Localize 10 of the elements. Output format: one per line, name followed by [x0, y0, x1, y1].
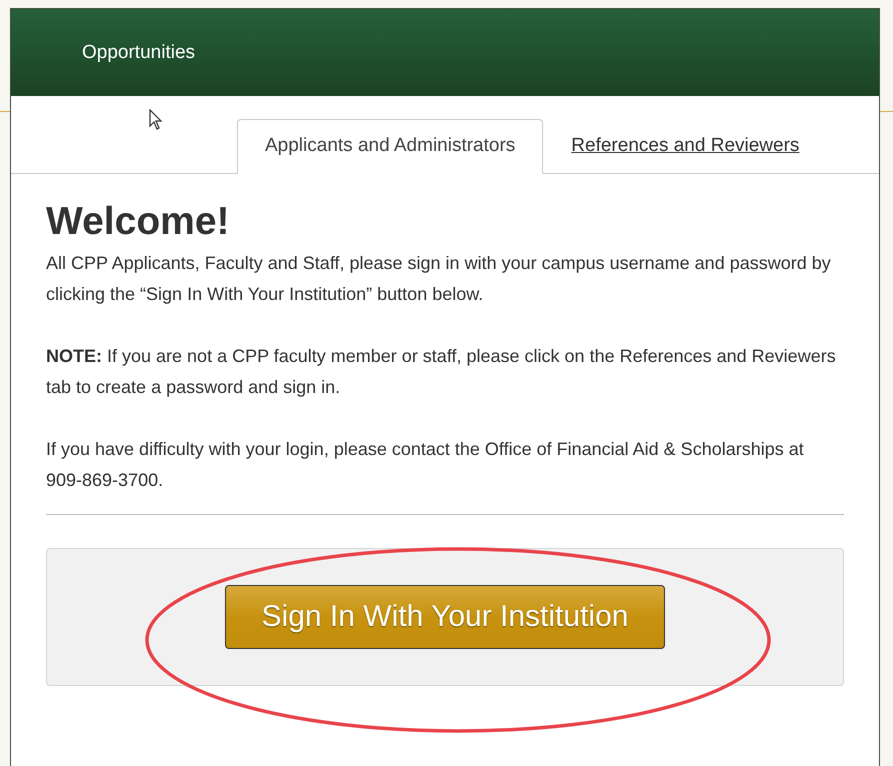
cursor-icon	[149, 109, 163, 131]
tab[interactable]: Applicants and Administrators	[237, 119, 544, 174]
paragraph: If you have difficulty with your login, please contact the Office of Financial Aid & Scholarships at 909-869-3700.	[46, 438, 805, 492]
divider-line	[880, 111, 893, 112]
header-title[interactable]: Opportunities	[82, 42, 196, 64]
welcome-heading: Welcome!	[46, 200, 230, 244]
tab[interactable]: References and Reviewers	[543, 119, 828, 174]
paragraph: All CPP Applicants, Faculty and Staff, please sign in with your campus username and password by clicking the “Sign In With Your Institution” button below.	[46, 252, 832, 306]
paragraph: NOTE: If you are not a CPP faculty member or staff, please click on the References and Reviewers tab to create a password and sign in.	[46, 345, 837, 399]
divider-line	[0, 111, 10, 112]
